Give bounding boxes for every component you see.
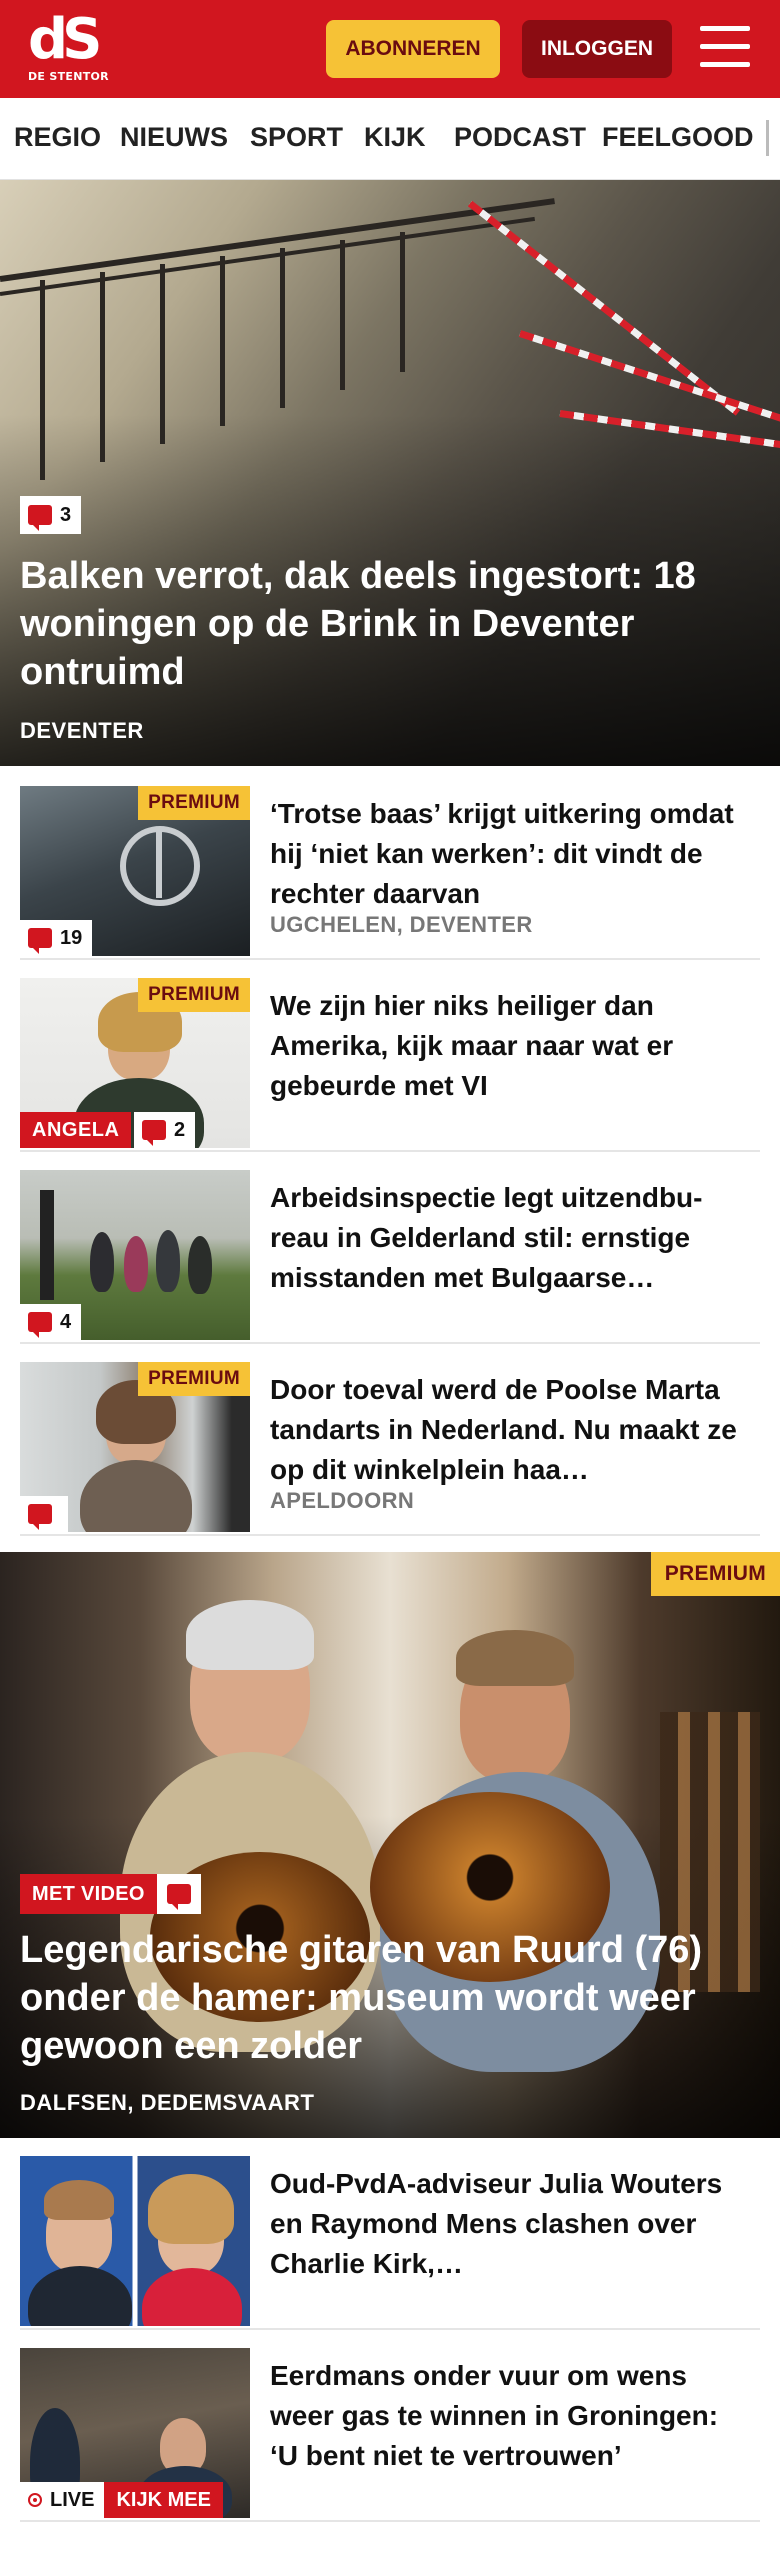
article-thumbnail: 4 bbox=[20, 1170, 250, 1340]
article-location: UGCHELEN, DEVENTER bbox=[270, 912, 533, 937]
article-location: APELDOORN bbox=[270, 1488, 415, 1513]
comment-count-badge: 3 bbox=[20, 496, 82, 534]
watch-live-button[interactable]: KIJK MEE bbox=[104, 2482, 223, 2518]
comment-count: 19 bbox=[60, 926, 83, 949]
comment-icon bbox=[28, 1504, 52, 1530]
comment-icon-box bbox=[156, 1874, 201, 1914]
featured-article[interactable]: PREMIUM MET VIDEO Legendarische gitaren … bbox=[0, 1552, 780, 2138]
nav-item-feelgood[interactable]: FEELGOOD bbox=[602, 122, 754, 153]
article-title[interactable]: We zijn hier niks heiliger dan Amerika, … bbox=[270, 986, 750, 1106]
list-item[interactable]: 4 Arbeidsinspectie legt uitzendbu­reau i… bbox=[20, 1170, 760, 1344]
logo-subtitle: DE STENTOR bbox=[28, 70, 109, 83]
comment-count: 3 bbox=[60, 503, 72, 526]
comment-count-badge: 2 bbox=[134, 1112, 196, 1148]
premium-badge: PREMIUM bbox=[138, 1362, 250, 1396]
article-thumbnail bbox=[20, 2156, 250, 2326]
subscribe-button[interactable]: ABONNEREN bbox=[326, 20, 500, 78]
comment-icon bbox=[28, 1312, 52, 1338]
section-nav: REGIO NIEUWS SPORT KIJK PODCAST FEELGOOD bbox=[0, 98, 780, 180]
comment-count: 2 bbox=[174, 1118, 186, 1141]
hero-article[interactable]: 3 Balken verrot, dak deels ingestort: 18… bbox=[0, 180, 780, 766]
list-item[interactable]: Oud-PvdA-adviseur Julia Wouters en Raymo… bbox=[20, 2156, 760, 2330]
list-item[interactable]: PREMIUM ANGELA 2 We zijn hier niks heili… bbox=[20, 978, 760, 1152]
comment-count-badge: 4 bbox=[20, 1304, 82, 1340]
article-title[interactable]: Door toeval werd de Poolse Marta tandart… bbox=[270, 1370, 750, 1490]
list-item[interactable]: LIVE KIJK MEE Eerdmans onder vuur om wen… bbox=[20, 2348, 760, 2522]
featured-title[interactable]: Legendarische gitaren van Ruurd (76) ond… bbox=[20, 1926, 760, 2070]
live-text: LIVE bbox=[50, 2489, 95, 2511]
article-title[interactable]: Oud-PvdA-adviseur Julia Wouters en Raymo… bbox=[270, 2164, 750, 2284]
nav-item-sport[interactable]: SPORT bbox=[250, 122, 343, 153]
premium-badge: PREMIUM bbox=[138, 786, 250, 820]
hero-location: DEVENTER bbox=[20, 718, 144, 743]
article-title[interactable]: ‘Trotse baas’ krijgt uitkering omdat hij… bbox=[270, 794, 750, 914]
comment-count: 4 bbox=[60, 1310, 72, 1333]
live-dot-icon bbox=[28, 2493, 42, 2507]
article-thumbnail: PREMIUM ANGELA 2 bbox=[20, 978, 250, 1148]
live-label: LIVE bbox=[20, 2482, 105, 2518]
article-thumbnail: LIVE KIJK MEE bbox=[20, 2348, 250, 2518]
logo-mark: dS bbox=[28, 7, 102, 72]
comment-count-badge: 19 bbox=[20, 920, 93, 956]
hero-title[interactable]: Balken verrot, dak deels ingestort: 18 w… bbox=[20, 552, 760, 696]
comment-icon bbox=[166, 1884, 191, 1910]
article-title[interactable]: Arbeidsinspectie legt uitzendbu­reau in … bbox=[270, 1178, 750, 1298]
featured-location: DALFSEN, DEDEMSVAART bbox=[20, 2090, 315, 2115]
nav-item-podcast[interactable]: PODCAST bbox=[454, 122, 586, 153]
list-item[interactable]: PREMIUM Door toeval werd de Poolse Marta… bbox=[20, 1362, 760, 1536]
nav-item-regio[interactable]: REGIO bbox=[14, 122, 101, 153]
site-logo[interactable]: dS DE STENTOR bbox=[28, 12, 118, 88]
menu-icon[interactable] bbox=[700, 26, 752, 70]
login-button[interactable]: INLOGGEN bbox=[522, 20, 672, 78]
comment-icon bbox=[28, 928, 52, 954]
article-title[interactable]: Eerdmans onder vuur om wens weer gas te … bbox=[270, 2356, 750, 2476]
author-tag: ANGELA bbox=[20, 1112, 132, 1148]
nav-item-nieuws[interactable]: NIEUWS bbox=[120, 122, 228, 153]
site-header: dS DE STENTOR ABONNEREN INLOGGEN bbox=[0, 0, 780, 98]
comment-icon bbox=[142, 1120, 166, 1146]
comment-icon bbox=[28, 505, 52, 531]
nav-item-kijk[interactable]: KIJK bbox=[364, 122, 426, 153]
live-badge: LIVE KIJK MEE bbox=[20, 2482, 223, 2518]
article-thumbnail: PREMIUM bbox=[20, 1362, 250, 1532]
list-item[interactable]: PREMIUM 19 ‘Trotse baas’ krijgt uitkerin… bbox=[20, 786, 760, 960]
premium-badge: PREMIUM bbox=[650, 1552, 780, 1596]
article-thumbnail: PREMIUM 19 bbox=[20, 786, 250, 956]
video-label: MET VIDEO bbox=[20, 1874, 157, 1914]
premium-badge: PREMIUM bbox=[138, 978, 250, 1012]
video-badge: MET VIDEO bbox=[20, 1874, 201, 1914]
nav-overflow-indicator bbox=[766, 120, 769, 156]
comment-count-badge bbox=[20, 1496, 68, 1532]
